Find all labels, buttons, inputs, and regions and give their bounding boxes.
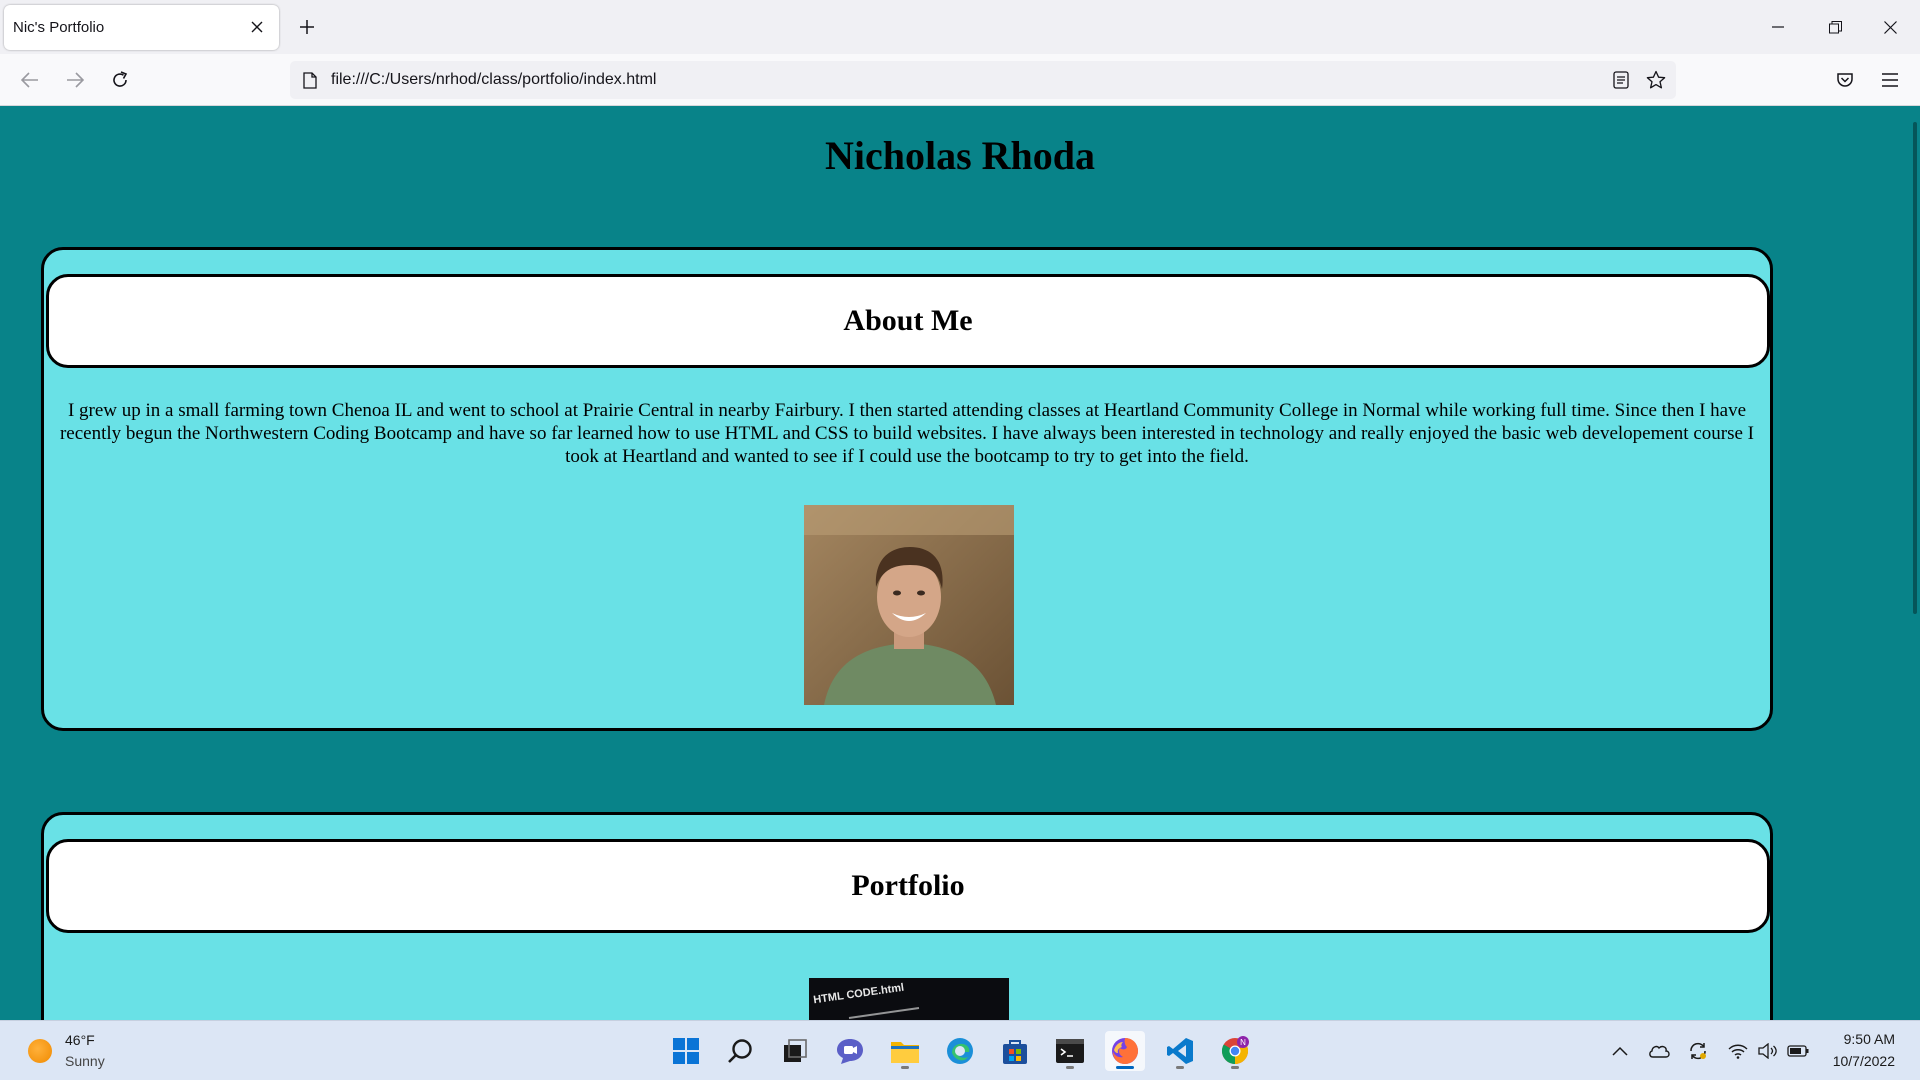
- page-scrollbar[interactable]: [1908, 106, 1920, 1020]
- pocket-icon[interactable]: [1830, 65, 1860, 95]
- terminal-icon[interactable]: [1050, 1031, 1090, 1071]
- address-bar[interactable]: file:///C:/Users/nrhod/class/portfolio/i…: [290, 61, 1676, 99]
- chevron-up-icon[interactable]: [1608, 1039, 1632, 1063]
- tab-title: Nic's Portfolio: [13, 19, 105, 36]
- weather-temperature[interactable]: 46°F: [65, 1032, 95, 1048]
- page-icon: [298, 68, 322, 92]
- profile-photo: [804, 505, 1014, 705]
- about-heading: About Me: [46, 274, 1770, 368]
- firefox-icon[interactable]: [1105, 1031, 1145, 1071]
- portfolio-section: Portfolio HTML CODE.html: [41, 812, 1773, 1020]
- url-text[interactable]: file:///C:/Users/nrhod/class/portfolio/i…: [331, 71, 656, 89]
- chrome-running-dot: [1231, 1066, 1239, 1069]
- vscode-running-dot: [1176, 1066, 1184, 1069]
- reader-view-icon[interactable]: [1609, 68, 1633, 92]
- file-explorer-icon[interactable]: [885, 1031, 925, 1071]
- reload-button[interactable]: [105, 65, 135, 95]
- close-tab-icon[interactable]: [245, 15, 269, 39]
- page-viewport: Nicholas Rhoda About Me I grew up in a s…: [0, 106, 1920, 1020]
- scrollbar-thumb[interactable]: [1913, 122, 1917, 614]
- menu-icon[interactable]: [1875, 65, 1905, 95]
- forward-button[interactable]: [60, 65, 90, 95]
- minimize-button[interactable]: [1758, 9, 1798, 45]
- new-tab-button[interactable]: [293, 13, 321, 41]
- restore-button[interactable]: [1815, 9, 1855, 45]
- portfolio-heading: Portfolio: [46, 839, 1770, 933]
- back-button[interactable]: [15, 65, 45, 95]
- vscode-icon[interactable]: [1160, 1031, 1200, 1071]
- about-section: About Me I grew up in a small farming to…: [41, 247, 1773, 731]
- edge-icon[interactable]: [940, 1031, 980, 1071]
- onedrive-cloud-icon[interactable]: [1647, 1039, 1671, 1063]
- weather-sun-icon[interactable]: [28, 1039, 52, 1063]
- task-view-icon[interactable]: [775, 1031, 815, 1071]
- bookmark-star-icon[interactable]: [1644, 68, 1668, 92]
- navigation-toolbar: file:///C:/Users/nrhod/class/portfolio/i…: [0, 54, 1920, 106]
- tab-strip: Nic's Portfolio: [0, 0, 1920, 54]
- project-thumbnail[interactable]: HTML CODE.html: [809, 978, 1009, 1020]
- sync-icon[interactable]: [1686, 1039, 1710, 1063]
- windows-taskbar: 46°F Sunny N 9:50 AM 10/7/2022: [0, 1020, 1920, 1080]
- weather-description[interactable]: Sunny: [65, 1053, 105, 1069]
- terminal-running-dot: [1066, 1066, 1074, 1069]
- clock-time[interactable]: 9:50 AM: [1844, 1031, 1895, 1047]
- start-icon[interactable]: [666, 1031, 706, 1071]
- battery-icon[interactable]: [1786, 1039, 1810, 1063]
- volume-icon[interactable]: [1756, 1039, 1780, 1063]
- tab-portfolio[interactable]: Nic's Portfolio: [4, 5, 279, 50]
- site-title: Nicholas Rhoda: [824, 133, 1096, 178]
- svg-text:N: N: [1240, 1038, 1246, 1047]
- search-icon[interactable]: [720, 1031, 760, 1071]
- clock-date[interactable]: 10/7/2022: [1833, 1053, 1895, 1069]
- store-icon[interactable]: [995, 1031, 1035, 1071]
- chat-icon[interactable]: [830, 1031, 870, 1071]
- firefox-active-indicator: [1116, 1066, 1134, 1069]
- wifi-icon[interactable]: [1726, 1039, 1750, 1063]
- file-explorer-running-dot: [901, 1066, 909, 1069]
- about-text: I grew up in a small farming town Chenoa…: [59, 400, 1755, 467]
- close-window-button[interactable]: [1870, 9, 1910, 45]
- chrome-icon[interactable]: N: [1215, 1031, 1255, 1071]
